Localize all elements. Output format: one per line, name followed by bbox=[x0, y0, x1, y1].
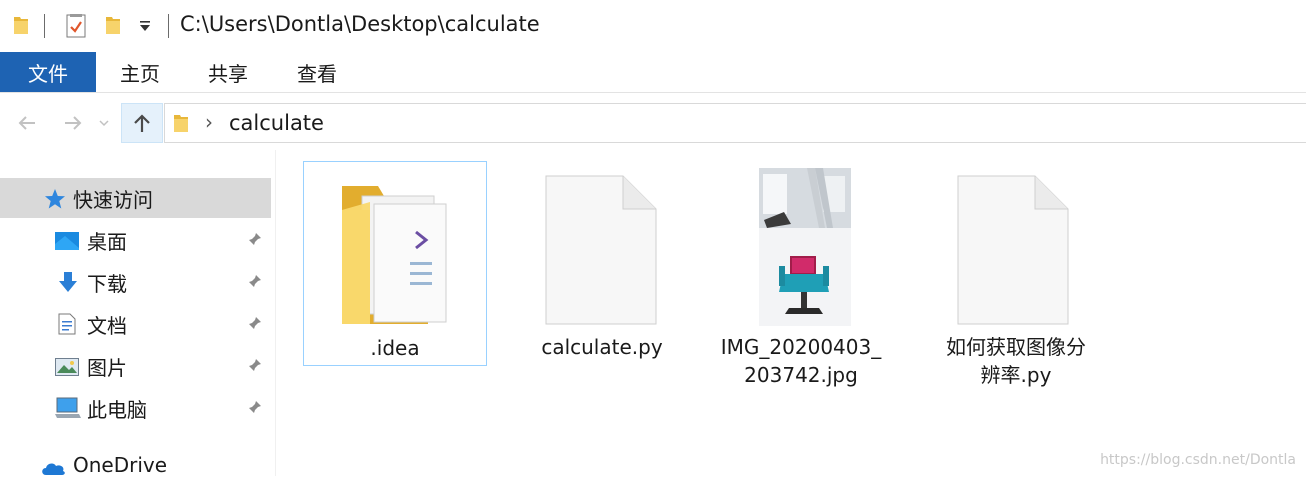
forward-arrow-icon bbox=[65, 116, 82, 130]
pin-icon[interactable] bbox=[248, 231, 262, 250]
nav-item-documents[interactable]: 文档 bbox=[0, 304, 271, 344]
cloud-icon bbox=[40, 457, 66, 481]
file-name-line-2: 203742.jpg bbox=[744, 363, 858, 387]
title-separator bbox=[44, 14, 45, 38]
address-bar[interactable]: › calculate bbox=[164, 103, 1306, 143]
navigation-pane: 快速访问 桌面 下载 文档 图片 此电脑 OneDrive bbox=[0, 150, 276, 477]
download-icon bbox=[58, 271, 78, 298]
nav-item-desktop[interactable]: 桌面 bbox=[0, 220, 271, 260]
ribbon-tabs: 文件 主页 共享 查看 bbox=[0, 52, 1306, 93]
recent-locations-button[interactable] bbox=[96, 110, 112, 136]
nav-item-pictures[interactable]: 图片 bbox=[0, 346, 271, 386]
file-name-line-1: 如何获取图像分 bbox=[946, 335, 1086, 359]
pin-icon[interactable] bbox=[248, 357, 262, 376]
nav-item-label: 桌面 bbox=[87, 229, 127, 254]
nav-item-label: 图片 bbox=[87, 355, 127, 380]
star-icon bbox=[44, 188, 66, 215]
file-name: .idea bbox=[370, 336, 420, 360]
nav-item-label: 下载 bbox=[87, 271, 127, 296]
file-item-calculate-py[interactable]: calculate.py bbox=[510, 161, 694, 366]
nav-item-downloads[interactable]: 下载 bbox=[0, 262, 271, 302]
tab-share[interactable]: 共享 bbox=[208, 52, 248, 92]
properties-icon[interactable] bbox=[66, 14, 86, 42]
nav-item-this-pc[interactable]: 此电脑 bbox=[0, 388, 271, 428]
chevron-down-icon bbox=[99, 120, 109, 127]
blank-file-icon bbox=[957, 175, 1069, 329]
file-item-img-jpg[interactable]: IMG_20200403_ 203742.jpg bbox=[709, 161, 893, 387]
customize-toolbar-icon[interactable] bbox=[138, 18, 152, 37]
back-button[interactable] bbox=[14, 110, 40, 136]
pin-icon[interactable] bbox=[248, 273, 262, 292]
nav-item-label: 此电脑 bbox=[87, 397, 147, 422]
back-arrow-icon bbox=[18, 116, 35, 130]
file-name-line-1: IMG_20200403_ bbox=[720, 335, 882, 359]
tab-home[interactable]: 主页 bbox=[120, 52, 160, 92]
up-arrow-icon bbox=[134, 114, 150, 132]
folder-icon bbox=[340, 182, 450, 336]
computer-icon bbox=[55, 397, 81, 424]
nav-item-label: 快速访问 bbox=[73, 187, 153, 212]
file-item-idea-folder[interactable]: .idea bbox=[303, 161, 487, 366]
blank-file-icon bbox=[545, 175, 657, 329]
folder-icon bbox=[12, 14, 30, 40]
nav-item-quick-access[interactable]: 快速访问 bbox=[0, 178, 271, 218]
file-name: calculate.py bbox=[541, 335, 663, 359]
navigation-bar: › calculate bbox=[0, 100, 1306, 146]
nav-item-label: 文档 bbox=[87, 313, 127, 338]
pin-icon[interactable] bbox=[248, 315, 262, 334]
file-list: .idea calculate.py IMG_20200403_ 203742.… bbox=[276, 150, 1306, 476]
title-bar: C:\Users\Dontla\Desktop\calculate bbox=[0, 0, 1306, 52]
file-item-resolution-py[interactable]: 如何获取图像分 辨率.py bbox=[924, 161, 1108, 387]
breadcrumb-current-folder[interactable]: calculate bbox=[229, 111, 324, 135]
breadcrumb-chevron-icon[interactable]: › bbox=[205, 110, 213, 134]
forward-button[interactable] bbox=[60, 110, 86, 136]
nav-item-onedrive[interactable]: OneDrive bbox=[0, 445, 271, 485]
folder-icon bbox=[172, 112, 190, 138]
pictures-icon bbox=[55, 357, 79, 381]
image-thumbnail-icon bbox=[759, 168, 851, 330]
new-folder-icon[interactable] bbox=[104, 14, 122, 40]
document-icon bbox=[58, 313, 76, 340]
tab-view[interactable]: 查看 bbox=[297, 52, 337, 92]
tab-file[interactable]: 文件 bbox=[0, 52, 96, 92]
nav-item-label: OneDrive bbox=[73, 453, 168, 477]
watermark: https://blog.csdn.net/Dontla bbox=[1100, 452, 1296, 468]
title-separator bbox=[168, 14, 169, 38]
desktop-icon bbox=[55, 231, 79, 255]
pin-icon[interactable] bbox=[248, 399, 262, 418]
window-title-path: C:\Users\Dontla\Desktop\calculate bbox=[180, 12, 540, 36]
up-button[interactable] bbox=[121, 103, 163, 143]
file-name-line-2: 辨率.py bbox=[980, 363, 1052, 387]
